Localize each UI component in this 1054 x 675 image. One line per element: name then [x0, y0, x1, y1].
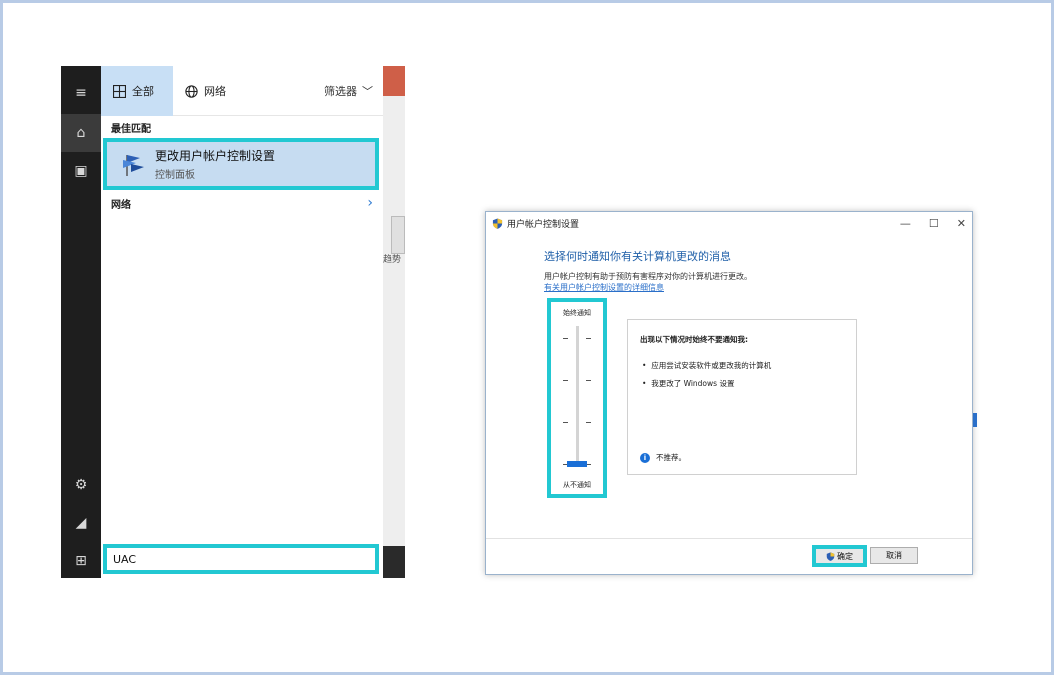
desktop-app-tile — [383, 66, 405, 96]
settings-gear-icon[interactable]: ⚙ — [61, 466, 101, 504]
desktop-label: 趋势 — [383, 255, 402, 265]
best-match-result[interactable]: 更改用户帐户控制设置 控制面板 — [103, 138, 379, 190]
info-note: i 不推荐。 — [640, 452, 686, 463]
notebook-icon[interactable]: ▣ — [61, 152, 101, 190]
slider-bottom-label: 从不通知 — [563, 481, 591, 489]
close-button[interactable]: ✕ — [957, 217, 966, 230]
help-link[interactable]: 有关用户帐户控制设置的详细信息 — [544, 282, 664, 293]
grid-icon — [113, 84, 126, 98]
chevron-down-icon: ﹀ — [362, 85, 373, 98]
dialog-heading: 选择何时通知你有关计算机更改的消息 — [544, 250, 731, 263]
uac-settings-window: 用户帐户控制设置 — ☐ ✕ 选择何时通知你有关计算机更改的消息 用户帐户控制有… — [485, 211, 973, 575]
slider-tick — [563, 380, 568, 381]
start-rail: ≡ ⌂ ▣ ⚙ ◢ ⊞ — [61, 66, 101, 578]
best-result-title: 更改用户帐户控制设置 — [155, 149, 276, 163]
cancel-label: 取消 — [886, 551, 902, 560]
tab-all[interactable]: 全部 — [101, 66, 173, 116]
info-bullet: • 我更改了 Windows 设置 — [642, 379, 735, 388]
slider-tick — [563, 422, 568, 423]
info-bullet: • 应用尝试安装软件或更改我的计算机 — [642, 361, 772, 370]
slider-track[interactable] — [576, 326, 579, 466]
dialog-footer: 确定 取消 — [486, 538, 972, 574]
search-panel: 全部 网络 筛选器 ﹀ 最佳匹配 更改用户帐户控制设置 控制面板 网络 › UA… — [101, 66, 383, 578]
uac-shield-icon — [492, 217, 503, 229]
filter-bar: 全部 网络 筛选器 ﹀ — [101, 66, 383, 116]
best-match-heading: 最佳匹配 — [111, 124, 151, 135]
notification-slider[interactable]: 始终通知 从不通知 — [547, 298, 607, 498]
windows-start-icon[interactable]: ⊞ — [61, 542, 101, 578]
slider-tick — [586, 422, 591, 423]
globe-icon — [185, 84, 198, 98]
best-result-subtitle: 控制面板 — [155, 170, 195, 181]
taskbar-fragment — [383, 546, 405, 578]
tab-web-label: 网络 — [204, 85, 226, 98]
tab-all-label: 全部 — [132, 85, 154, 98]
background-window-marker — [973, 413, 977, 427]
minimize-button[interactable]: — — [900, 217, 911, 230]
page-frame: ≡ ⌂ ▣ ⚙ ◢ ⊞ 全部 网络 筛选器 ﹀ 最佳匹配 更改用户帐户控制设置 … — [0, 0, 1054, 675]
web-results-row[interactable]: 网络 › — [101, 192, 383, 214]
web-row-label: 网络 — [111, 199, 131, 211]
home-icon[interactable]: ⌂ — [61, 114, 101, 152]
ok-button[interactable]: 确定 — [812, 545, 867, 567]
info-note-text: 不推荐。 — [656, 453, 686, 462]
filter-dropdown[interactable]: 筛选器 ﹀ — [324, 66, 373, 116]
desktop-background: 趋势 — [383, 66, 405, 578]
info-heading: 出现以下情况时始终不要通知我: — [640, 335, 748, 344]
feedback-icon[interactable]: ◢ — [61, 504, 101, 542]
ok-label: 确定 — [837, 551, 853, 561]
dialog-description: 用户帐户控制有助于预防有害程序对你的计算机进行更改。 — [544, 272, 752, 281]
tab-web[interactable]: 网络 — [173, 66, 238, 116]
slider-tick — [563, 338, 568, 339]
slider-top-label: 始终通知 — [563, 309, 591, 317]
cancel-button[interactable]: 取消 — [870, 547, 918, 564]
windows-search-screenshot: ≡ ⌂ ▣ ⚙ ◢ ⊞ 全部 网络 筛选器 ﹀ 最佳匹配 更改用户帐户控制设置 … — [61, 66, 405, 578]
shield-icon — [826, 551, 835, 561]
window-title: 用户帐户控制设置 — [507, 219, 580, 230]
info-icon: i — [640, 452, 650, 463]
info-panel: 出现以下情况时始终不要通知我: • 应用尝试安装软件或更改我的计算机 • 我更改… — [627, 319, 857, 475]
search-query: UAC — [113, 552, 137, 566]
slider-thumb[interactable] — [567, 461, 587, 467]
document-icon — [391, 216, 405, 254]
uac-flag-icon — [113, 144, 153, 184]
chevron-right-icon: › — [367, 195, 373, 211]
search-input[interactable]: UAC — [103, 544, 379, 574]
slider-tick — [586, 338, 591, 339]
window-titlebar[interactable]: 用户帐户控制设置 — ☐ ✕ — [486, 212, 972, 234]
slider-tick — [586, 380, 591, 381]
maximize-button[interactable]: ☐ — [929, 217, 939, 230]
hamburger-menu-icon[interactable]: ≡ — [61, 74, 101, 112]
filter-label: 筛选器 — [324, 85, 357, 98]
